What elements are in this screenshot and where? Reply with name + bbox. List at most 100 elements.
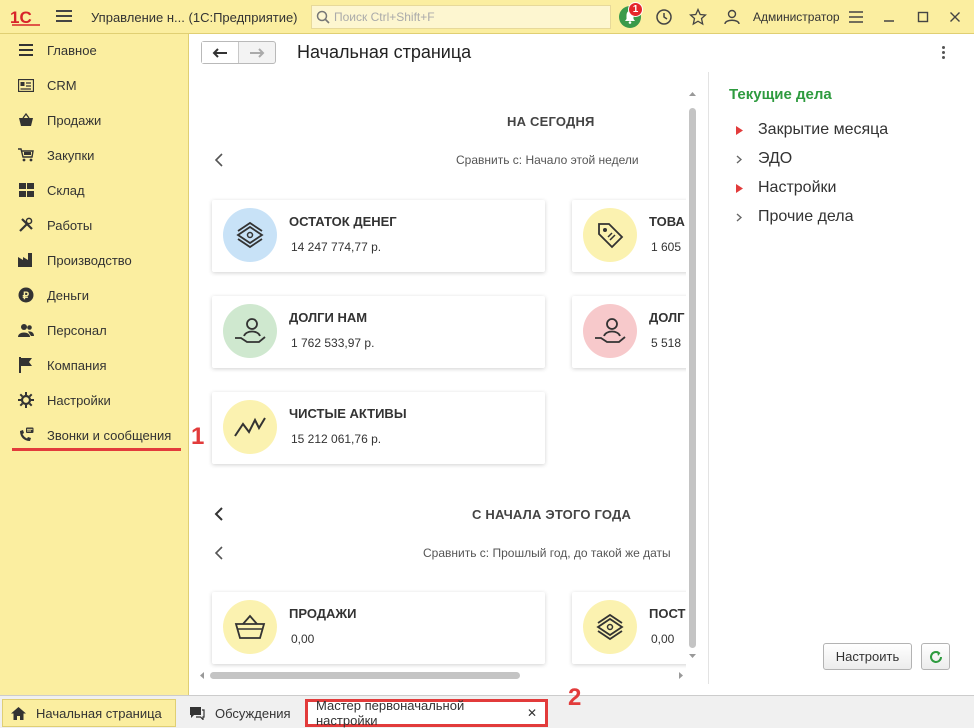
today-compare-text[interactable]: Сравнить с: Начало этой недели: [456, 153, 639, 167]
chevron-left-icon[interactable]: [214, 507, 224, 521]
configure-button[interactable]: Настроить: [823, 643, 912, 670]
sidebar-item-money[interactable]: ₽ Деньги: [0, 280, 189, 310]
annotation-marker-2: 2: [568, 684, 582, 711]
tab-discussions[interactable]: Обсуждения: [181, 699, 301, 727]
card-value: 1 762 533,97 р.: [291, 336, 375, 350]
card-value: 15 212 061,76 р.: [291, 432, 382, 446]
sidebar-item-label: Компания: [47, 357, 107, 373]
refresh-icon: [929, 650, 942, 663]
tab-setup-wizard[interactable]: Мастер первоначальной настройки ✕: [305, 698, 548, 728]
card-title: ОСТАТОК ДЕНЕГ: [289, 214, 397, 229]
task-other[interactable]: Прочие дела: [736, 208, 854, 226]
scroll-right-icon[interactable]: [677, 671, 685, 680]
sidebar-item-calls-messages[interactable]: Звонки и сообщения: [0, 420, 189, 450]
card-cash-balance[interactable]: ОСТАТОК ДЕНЕГ 14 247 774,77 р.: [212, 200, 545, 272]
sidebar-item-warehouse[interactable]: Склад: [0, 175, 189, 205]
scroll-up-icon[interactable]: [688, 90, 697, 98]
bottom-tab-bar: Начальная страница Обсуждения Мастер пер…: [0, 695, 974, 728]
cart-icon: [18, 147, 34, 163]
sidebar-item-company[interactable]: Компания: [0, 350, 189, 380]
sidebar-item-settings[interactable]: Настройки: [0, 385, 189, 415]
sidebar-item-sales[interactable]: Продажи: [0, 105, 189, 135]
chevron-right-icon: [736, 154, 746, 164]
top-bar: 1С Управление н... (1С:Предприятие) Поис…: [0, 0, 974, 34]
close-tab-icon[interactable]: ✕: [527, 706, 537, 720]
chevron-left-icon[interactable]: [214, 153, 224, 167]
app-title: Управление н... (1С:Предприятие): [91, 10, 298, 25]
main-menu-icon[interactable]: [56, 10, 72, 23]
back-button[interactable]: [202, 42, 239, 63]
tab-label: Начальная страница: [36, 705, 162, 721]
money-stack-icon: [223, 208, 277, 262]
settings-menu-icon[interactable]: [846, 7, 866, 27]
sidebar-item-label: Склад: [47, 182, 85, 198]
hand-person-icon: [583, 304, 637, 358]
card-value: 1 605: [651, 240, 682, 254]
tools-icon: [18, 217, 34, 233]
sidebar-item-purchases[interactable]: Закупки: [0, 140, 189, 170]
vertical-scrollbar[interactable]: [689, 108, 696, 648]
card-title: ДОЛГИ НАМ: [289, 310, 368, 325]
more-actions-icon[interactable]: [942, 46, 948, 60]
card-title: ПРОДАЖИ: [289, 606, 357, 621]
card-title: ПОСТ: [649, 606, 686, 621]
annotation-underline: [12, 448, 181, 451]
card-sales[interactable]: ПРОДАЖИ 0,00: [212, 592, 545, 664]
warehouse-icon: [18, 182, 34, 198]
forward-button[interactable]: [239, 42, 275, 63]
sidebar-item-label: Персонал: [47, 322, 107, 338]
sidebar-item-main[interactable]: Главное: [0, 35, 189, 65]
chevron-left-icon[interactable]: [214, 546, 224, 560]
sidebar-item-label: Закупки: [47, 147, 95, 163]
phone-message-icon: [18, 427, 34, 443]
page-title: Начальная страница: [297, 42, 472, 62]
card-receivables[interactable]: ДОЛГИ НАМ 1 762 533,97 р.: [212, 296, 545, 368]
crm-card-icon: [18, 77, 34, 93]
user-name[interactable]: Администратор: [753, 10, 840, 24]
sidebar-item-label: Производство: [47, 252, 132, 268]
sidebar-item-label: Настройки: [47, 392, 111, 408]
task-edo[interactable]: ЭДО: [736, 150, 792, 168]
search-placeholder: Поиск Ctrl+Shift+F: [334, 10, 435, 24]
minimize-icon[interactable]: [879, 7, 899, 27]
sidebar-item-label: Деньги: [47, 287, 89, 303]
horizontal-scrollbar[interactable]: [210, 672, 520, 679]
people-icon: [18, 322, 34, 338]
history-icon[interactable]: [654, 7, 674, 27]
task-label: Закрытие месяца: [758, 121, 889, 138]
sidebar-item-production[interactable]: Производство: [0, 245, 189, 275]
task-label: Прочие дела: [758, 208, 854, 225]
trend-line-icon: [223, 400, 277, 454]
dashboard-area: НА СЕГОДНЯ Сравнить с: Начало этой недел…: [190, 72, 707, 684]
task-settings[interactable]: Настройки: [736, 179, 836, 197]
sidebar-item-crm[interactable]: CRM: [0, 70, 189, 100]
year-compare-text[interactable]: Сравнить с: Прошлый год, до такой же дат…: [423, 546, 671, 560]
close-icon[interactable]: [945, 7, 965, 27]
tab-home[interactable]: Начальная страница: [2, 699, 176, 727]
arrow-left-icon: [212, 47, 227, 58]
maximize-icon[interactable]: [913, 7, 933, 27]
current-tasks-title: Текущие дела: [729, 86, 832, 103]
user-settings-icon[interactable]: [722, 7, 742, 27]
scroll-down-icon[interactable]: [688, 652, 697, 660]
task-label: Настройки: [758, 179, 837, 196]
notification-count-badge: 1: [628, 2, 643, 17]
search-icon: [316, 10, 330, 24]
scroll-left-icon[interactable]: [198, 671, 206, 680]
task-month-closing[interactable]: Закрытие месяца: [736, 121, 888, 139]
sidebar-item-works[interactable]: Работы: [0, 210, 189, 240]
panel-divider: [708, 72, 709, 684]
section-today-title: НА СЕГОДНЯ: [507, 114, 595, 129]
sidebar-item-label: CRM: [47, 77, 77, 93]
favorites-star-icon[interactable]: [688, 7, 708, 27]
money-stack-icon: [583, 600, 637, 654]
search-input[interactable]: Поиск Ctrl+Shift+F: [311, 5, 611, 29]
card-net-assets[interactable]: ЧИСТЫЕ АКТИВЫ 15 212 061,76 р.: [212, 392, 545, 464]
card-value: 0,00: [651, 632, 675, 646]
refresh-button[interactable]: [921, 643, 950, 670]
sidebar-item-personnel[interactable]: Персонал: [0, 315, 189, 345]
gear-icon: [18, 392, 34, 408]
hand-person-icon: [223, 304, 277, 358]
sidebar-item-label: Звонки и сообщения: [47, 427, 172, 443]
1c-logo-icon[interactable]: 1С: [10, 7, 44, 27]
